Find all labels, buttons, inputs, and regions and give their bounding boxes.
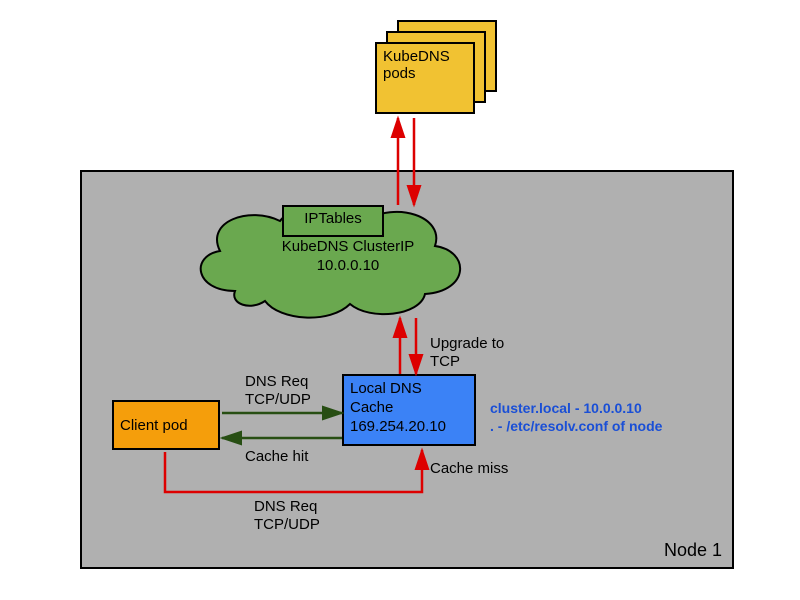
local-dns-cache-box: Local DNS Cache 169.254.20.10 [342, 374, 476, 446]
dns-cache-line3: 169.254.20.10 [350, 418, 468, 437]
label-upgrade-1: Upgrade to [430, 335, 504, 353]
annotation-line2: . - /etc/resolv.conf of node [490, 418, 720, 436]
label-cache-miss: Cache miss [430, 460, 508, 478]
resolver-annotation: cluster.local - 10.0.0.10 . - /etc/resol… [490, 400, 720, 435]
dns-cache-line1: Local DNS [350, 380, 468, 399]
cloud-label-line2: 10.0.0.10 [258, 257, 438, 276]
label-dns-req-top: DNS Req [245, 373, 308, 391]
label-tcp-udp-top: TCP/UDP [245, 391, 311, 409]
iptables-box: IPTables [282, 205, 384, 237]
node-label: Node 1 [664, 540, 722, 561]
label-cache-hit: Cache hit [245, 448, 308, 466]
label-dns-req-bottom: DNS Req [254, 498, 317, 516]
kubedns-pod-label: KubeDNS pods [383, 48, 450, 82]
client-pod-box: Client pod [112, 400, 220, 450]
annotation-line1: cluster.local - 10.0.0.10 [490, 400, 720, 418]
cloud-label-line1: KubeDNS ClusterIP [258, 238, 438, 257]
label-upgrade-2: TCP [430, 353, 460, 371]
dns-cache-line2: Cache [350, 399, 468, 418]
client-pod-label: Client pod [120, 417, 188, 434]
label-tcp-udp-bottom: TCP/UDP [254, 516, 320, 534]
iptables-label: IPTables [304, 210, 362, 227]
kubedns-pods-stack: KubeDNS pods [375, 20, 500, 120]
kubedns-pod-card: KubeDNS pods [375, 42, 475, 114]
cloud-label: KubeDNS ClusterIP 10.0.0.10 [258, 238, 438, 276]
